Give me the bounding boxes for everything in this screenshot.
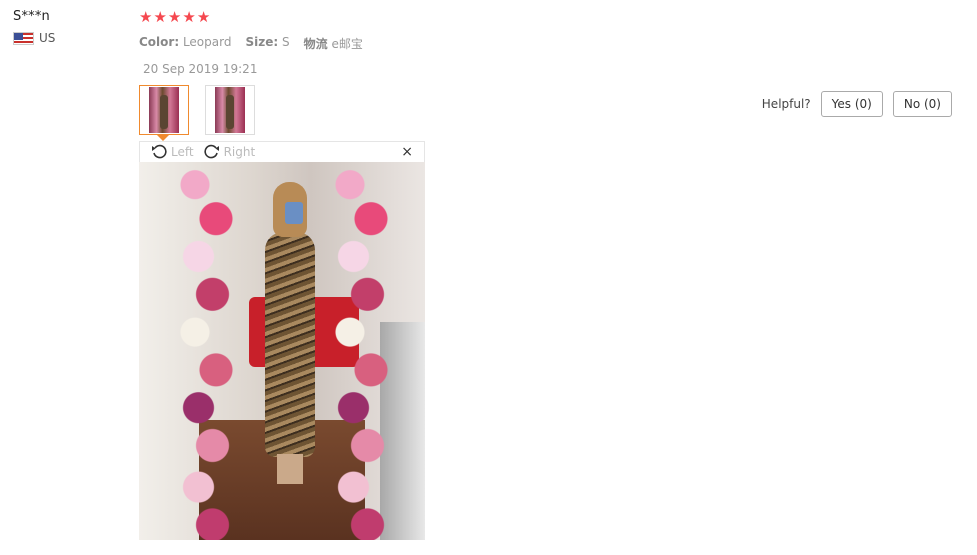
thumbnail-image bbox=[215, 87, 245, 133]
star-icon: ★ bbox=[182, 8, 196, 26]
star-icon: ★ bbox=[196, 8, 211, 26]
review-thumbnail-1[interactable] bbox=[139, 85, 189, 141]
rotate-right-button[interactable]: Right bbox=[204, 144, 256, 160]
star-icon: ★ bbox=[139, 8, 153, 26]
rotate-right-icon bbox=[204, 144, 219, 159]
viewer-toolbar: Left Right × bbox=[139, 141, 425, 162]
helpful-no-button[interactable]: No (0) bbox=[892, 91, 952, 117]
product-attributes: Color: Leopard Size: S 物流 e邮宝 bbox=[139, 35, 363, 52]
attr-size: Size: S bbox=[245, 35, 290, 49]
close-icon[interactable]: × bbox=[401, 144, 413, 160]
attr-color: Color: Leopard bbox=[139, 35, 232, 49]
star-rating: ★ ★ ★ ★ ★ bbox=[139, 9, 363, 26]
star-icon: ★ bbox=[167, 8, 182, 26]
review-details: ★ ★ ★ ★ ★ Color: Leopard Size: S 物流 e邮宝 … bbox=[139, 9, 363, 77]
country-code: US bbox=[39, 31, 56, 45]
helpful-voting: Helpful? Yes (0) No (0) bbox=[762, 91, 952, 117]
reviewer-country: US bbox=[13, 31, 55, 45]
review-photo bbox=[139, 162, 425, 540]
us-flag-icon bbox=[13, 31, 34, 45]
review-date: 20 Sep 2019 19:21 bbox=[143, 62, 258, 76]
rotate-left-label: Left bbox=[171, 145, 194, 159]
reviewer-name: S***n bbox=[13, 9, 50, 24]
review-thumbnails bbox=[139, 85, 255, 141]
thumbnail-image bbox=[149, 87, 179, 133]
helpful-yes-button[interactable]: Yes (0) bbox=[820, 91, 883, 117]
helpful-label: Helpful? bbox=[761, 97, 811, 111]
star-icon: ★ bbox=[153, 8, 167, 26]
review-thumbnail-2[interactable] bbox=[205, 85, 255, 135]
image-viewer: Left Right × bbox=[139, 141, 425, 540]
attr-shipping: 物流 e邮宝 bbox=[303, 37, 363, 51]
rotate-right-label: Right bbox=[223, 145, 256, 159]
rotate-left-button[interactable]: Left bbox=[151, 144, 194, 160]
rotate-left-icon bbox=[152, 144, 167, 159]
reviewer-info: S***n US bbox=[13, 9, 55, 45]
